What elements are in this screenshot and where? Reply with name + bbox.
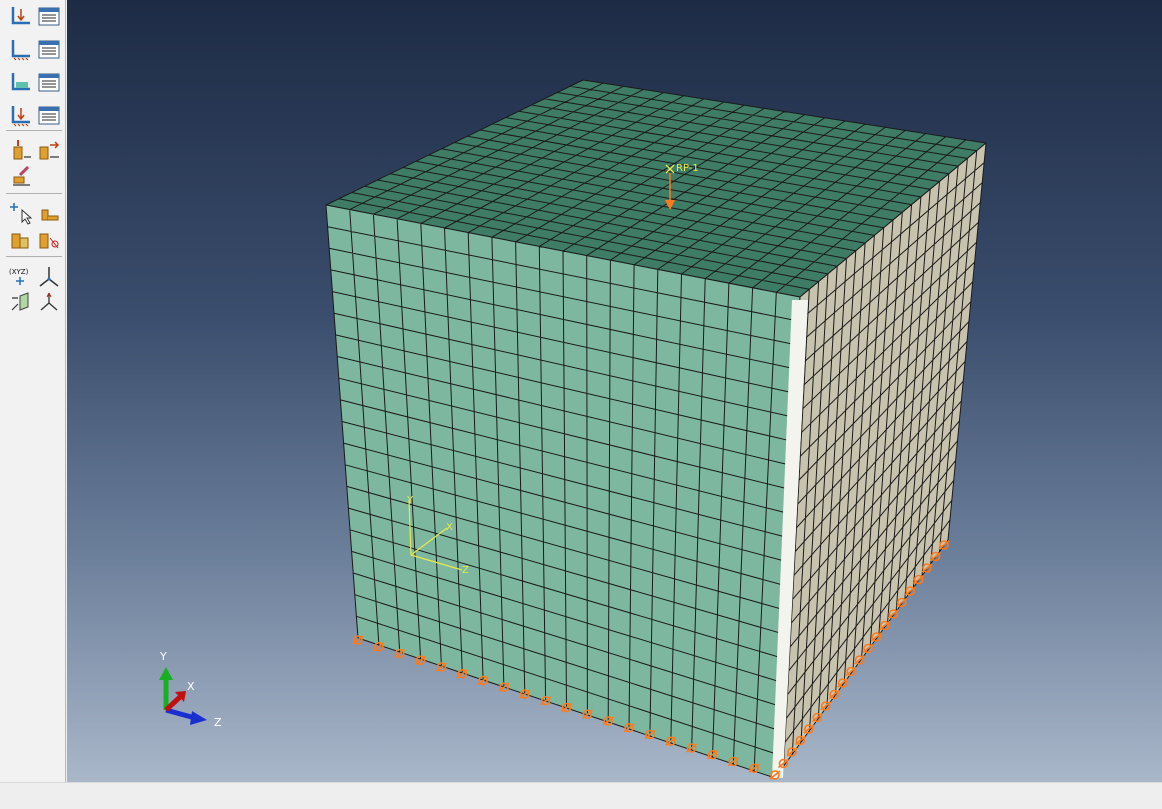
svg-text:(XYZ): (XYZ)	[9, 268, 29, 276]
create-field-icon[interactable]	[8, 163, 34, 189]
create-special-icon[interactable]	[36, 200, 62, 226]
datum-plane-icon[interactable]	[8, 290, 34, 316]
datum-axis-icon[interactable]	[36, 264, 62, 290]
partition-icon[interactable]	[36, 226, 62, 252]
predefined-field-icon[interactable]	[8, 69, 34, 95]
triad-y-label: Y	[159, 650, 167, 663]
load-case-table-icon[interactable]	[36, 102, 62, 128]
bc-manager-icon[interactable]	[8, 36, 34, 62]
load-manager-icon[interactable]	[8, 3, 34, 29]
datum-csys-icon[interactable]	[36, 290, 62, 316]
reference-point-label: RP-1	[676, 163, 699, 174]
create-tool-icon[interactable]	[8, 226, 34, 252]
create-bc-icon[interactable]	[36, 137, 62, 163]
triad-x-label: X	[187, 680, 195, 693]
local-csys-x-label: X	[446, 522, 453, 533]
toolbox-separator	[6, 130, 62, 131]
load-table-icon[interactable]	[36, 3, 62, 29]
select-icon[interactable]	[8, 200, 34, 226]
bc-table-icon[interactable]	[36, 36, 62, 62]
view-triad: Y X Z	[159, 650, 222, 729]
front-face	[325, 204, 801, 779]
mesh-scene: RP-1 Y X Z Y X Z	[159, 79, 987, 780]
status-bar	[0, 782, 1162, 809]
toolbox-separator	[6, 193, 62, 194]
viewport[interactable]: RP-1 Y X Z Y X Z	[67, 0, 1162, 782]
triad-z-label: Z	[214, 716, 222, 729]
predefined-table-icon[interactable]	[36, 69, 62, 95]
create-load-icon[interactable]	[8, 137, 34, 163]
local-csys-z-label: Z	[462, 565, 469, 576]
toolbox: (XYZ)	[0, 0, 66, 782]
toolbox-separator	[6, 256, 62, 257]
local-csys-y-label: Y	[406, 495, 414, 506]
load-case-icon[interactable]	[8, 102, 34, 128]
datum-point-icon[interactable]: (XYZ)	[8, 264, 34, 290]
